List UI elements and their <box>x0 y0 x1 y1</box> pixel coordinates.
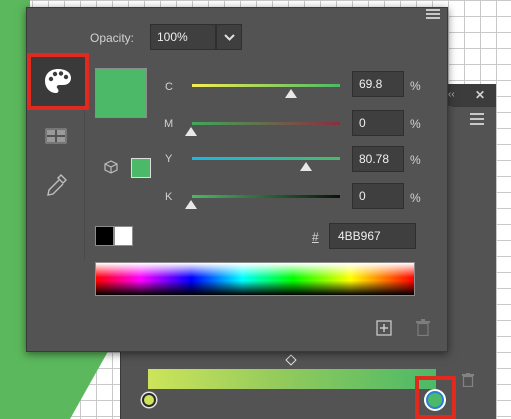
black-label: K <box>165 191 173 203</box>
magenta-slider-thumb[interactable] <box>185 127 197 136</box>
yellow-value-field[interactable]: 80.78 <box>352 146 404 172</box>
yellow-slider-track[interactable] <box>192 157 340 160</box>
yellow-unit: % <box>410 153 421 167</box>
hamburger-menu-icon[interactable] <box>426 9 440 19</box>
cyan-slider-track[interactable] <box>192 84 340 87</box>
close-icon[interactable]: ✕ <box>475 84 485 106</box>
black-slider-thumb[interactable] <box>185 200 197 209</box>
eyedropper-icon[interactable] <box>44 173 68 199</box>
magenta-value-field[interactable]: 0 <box>352 110 404 136</box>
double-chevron-icon[interactable]: ‹‹ <box>448 84 455 106</box>
cyan-slider-thumb[interactable] <box>284 89 297 98</box>
cyan-unit: % <box>410 79 421 93</box>
plus-square-icon[interactable] <box>376 320 392 336</box>
swatches-grid-icon[interactable] <box>44 127 68 145</box>
magenta-label: M <box>164 118 174 130</box>
magenta-unit: % <box>410 117 421 131</box>
cube-icon[interactable] <box>104 160 118 174</box>
yellow-slider-thumb[interactable] <box>300 162 313 171</box>
black-swatch[interactable] <box>95 226 114 246</box>
cyan-value-field[interactable]: 69.8 <box>352 71 404 97</box>
gradient-slider-bar[interactable] <box>148 369 436 389</box>
gamut-color-swatch[interactable] <box>131 158 151 178</box>
chevron-down-icon <box>224 34 235 41</box>
black-slider-track[interactable] <box>192 195 340 198</box>
cyan-label: C <box>165 81 173 93</box>
yellow-label: Y <box>165 153 173 165</box>
white-swatch[interactable] <box>114 226 133 246</box>
trash-icon[interactable] <box>416 319 430 336</box>
hex-symbol: # <box>312 230 319 244</box>
opacity-field[interactable]: 100% <box>150 24 216 50</box>
gradient-stop-start[interactable] <box>142 393 156 407</box>
color-mode-button[interactable] <box>27 53 89 110</box>
hamburger-menu-icon[interactable] <box>470 113 484 125</box>
black-value-field[interactable]: 0 <box>352 183 404 209</box>
opacity-dropdown-button[interactable] <box>216 24 242 50</box>
black-unit: % <box>410 191 421 205</box>
color-spectrum[interactable] <box>95 262 415 296</box>
current-color-swatch[interactable] <box>95 68 147 118</box>
opacity-label: Opacity: <box>90 31 135 45</box>
magenta-slider-track[interactable] <box>192 122 340 125</box>
gradient-stop-highlight <box>415 376 456 419</box>
color-panel <box>26 7 448 352</box>
palette-icon <box>45 69 71 93</box>
trash-icon[interactable] <box>462 373 474 387</box>
divider <box>452 106 496 107</box>
hex-value-field[interactable]: 4BB967 <box>329 223 416 249</box>
